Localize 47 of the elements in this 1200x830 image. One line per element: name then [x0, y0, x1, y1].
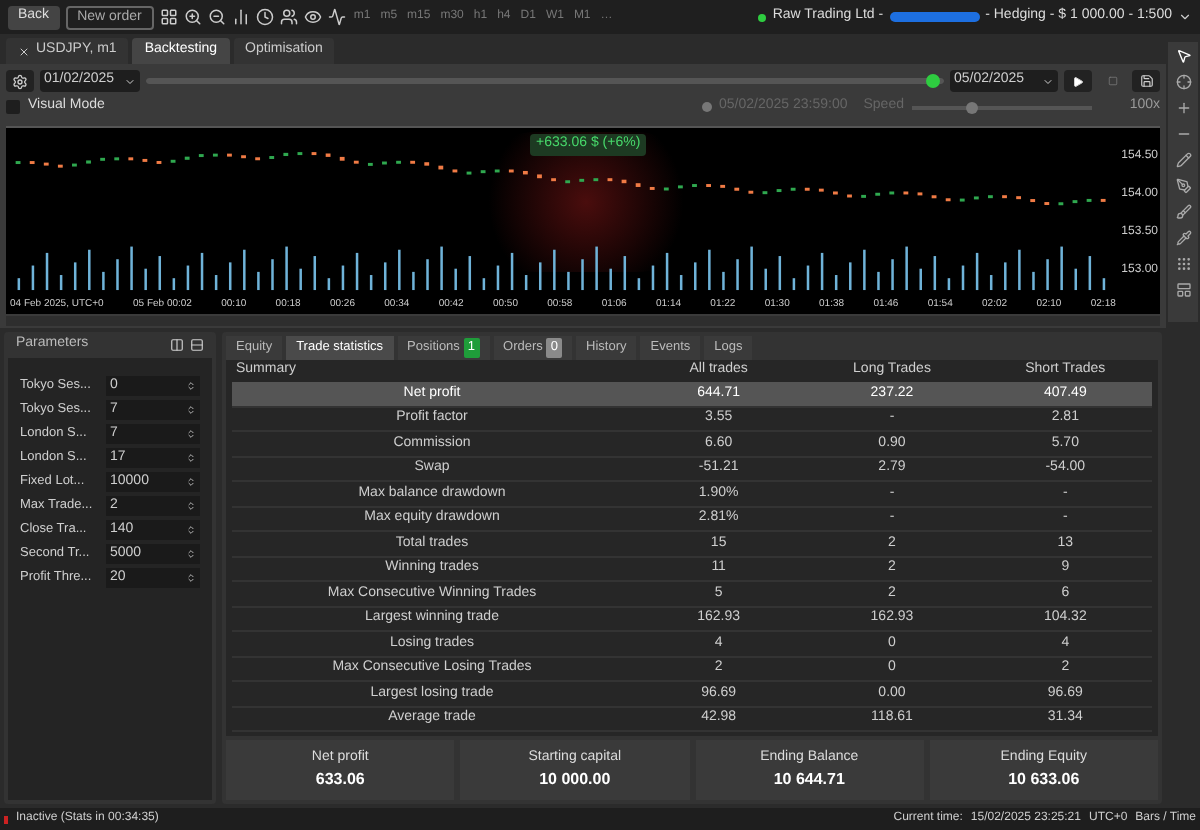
play-button[interactable] — [1064, 70, 1092, 92]
close-icon[interactable] — [18, 45, 30, 57]
save-button[interactable] — [1132, 70, 1160, 92]
progress-handle — [926, 74, 940, 88]
dropdown-icon[interactable] — [1178, 10, 1192, 24]
settings-icon — [12, 73, 28, 89]
drawing-tool-icon[interactable] — [1175, 178, 1191, 194]
layout-icon[interactable] — [190, 338, 204, 352]
spinner-icon — [186, 500, 196, 512]
toolbar-icon[interactable] — [279, 8, 298, 26]
spinner-icon — [186, 380, 196, 392]
speed-thumb[interactable] — [966, 101, 978, 113]
save-icon — [1139, 74, 1153, 88]
toolbar-icon[interactable] — [303, 8, 322, 26]
visual-mode-checkbox[interactable] — [6, 100, 20, 114]
toolbar-icon[interactable] — [255, 8, 274, 26]
drawing-tool-icon[interactable] — [1175, 152, 1191, 168]
caret-icon — [1042, 75, 1054, 87]
settings-button[interactable] — [6, 70, 34, 92]
drawing-tool-icon[interactable] — [1175, 74, 1191, 90]
play-icon — [1072, 75, 1084, 87]
spinner-icon — [186, 452, 196, 464]
drawing-tool-icon[interactable] — [1175, 230, 1191, 246]
card-value: 10 000.00 — [539, 768, 611, 793]
spinner-icon — [186, 404, 196, 416]
toolbar-icon[interactable] — [327, 8, 346, 26]
card-value: 633.06 — [315, 768, 365, 793]
current-time-marker — [701, 102, 712, 112]
card-value: 10 633.06 — [1008, 768, 1080, 793]
chart-scrollbar[interactable] — [6, 316, 1160, 326]
spinner-icon — [186, 524, 196, 536]
layout-icon[interactable] — [170, 338, 184, 352]
caret-icon — [124, 75, 136, 87]
toolbar-icon[interactable] — [183, 8, 202, 26]
card-value: 10 644.71 — [773, 768, 845, 793]
spinner-icon — [186, 476, 196, 488]
stop-icon — [1107, 76, 1117, 86]
toolbar-icon[interactable] — [207, 8, 226, 26]
drawing-tool-icon[interactable] — [1175, 256, 1191, 272]
drawing-tool-icon[interactable] — [1175, 282, 1191, 298]
redacted-bar — [889, 12, 980, 22]
spinner-icon — [186, 428, 196, 440]
drawing-tool-icon[interactable] — [1175, 204, 1191, 220]
spinner-icon — [186, 572, 196, 584]
toolbar-icon[interactable] — [159, 8, 178, 26]
toolbar-icon[interactable] — [231, 8, 250, 26]
spinner-icon — [186, 548, 196, 560]
